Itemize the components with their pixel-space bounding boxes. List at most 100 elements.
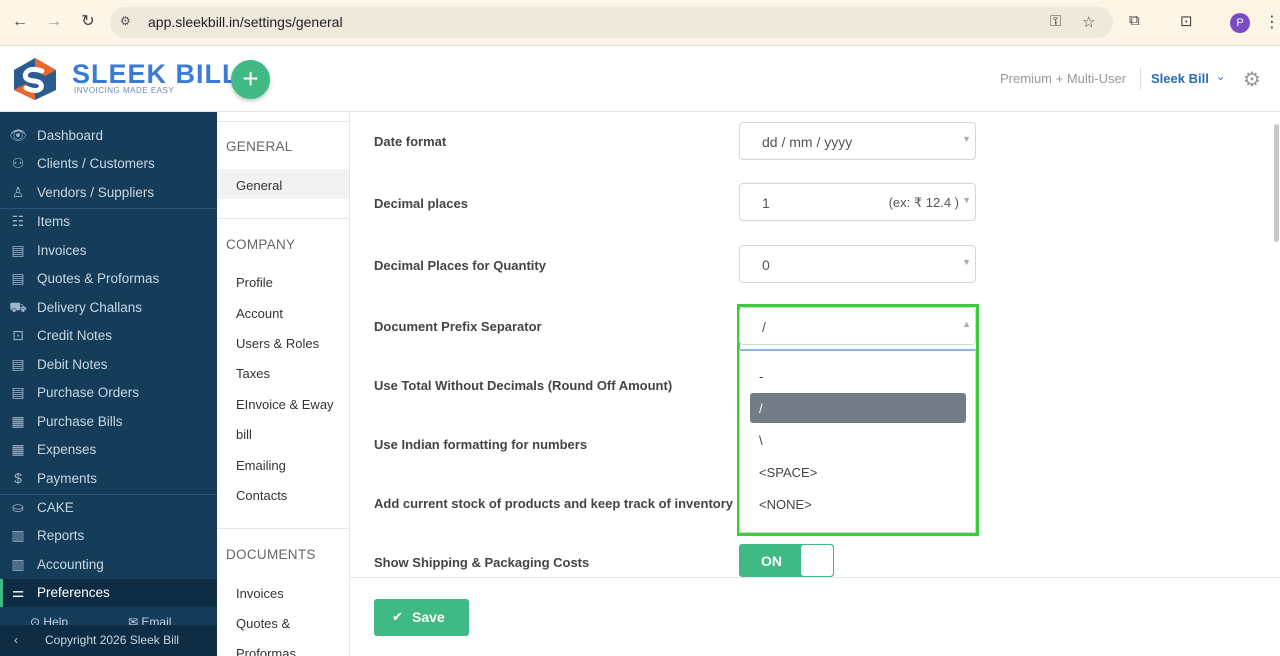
- browser-toolbar: ← → ↻ ⚙ app.sleekbill.in/settings/genera…: [0, 0, 1280, 46]
- indian-format-label: Use Indian formatting for numbers: [374, 437, 588, 452]
- sidebar: 👁 Dashboard ⚇ Clients / Customers ♙ Vendors…: [0, 112, 217, 656]
- submenu-item-general[interactable]: General: [236, 178, 282, 193]
- credit-note-icon: ⊡: [12, 327, 24, 343]
- plan-label: Premium + Multi-User: [1000, 71, 1127, 86]
- submenu-item-invoices[interactable]: Invoices: [236, 586, 284, 601]
- sidebar-item-purchase-bills[interactable]: ▦ Purchase Bills: [0, 408, 217, 436]
- submenu-item-profile[interactable]: Profile: [236, 275, 273, 290]
- sidebar-item-expenses[interactable]: ▦ Expenses: [0, 436, 217, 464]
- browser-menu-icon[interactable]: ⋮: [1264, 12, 1280, 32]
- sidebar-item-clients[interactable]: ⚇ Clients / Customers: [0, 150, 217, 178]
- submenu-item-users-roles[interactable]: Users & Roles: [236, 336, 319, 351]
- collapse-sidebar-icon[interactable]: ‹: [14, 633, 18, 647]
- decimal-qty-value: 0: [762, 257, 770, 273]
- sleek-bill-logo-icon[interactable]: [10, 56, 60, 102]
- sidebar-item-delivery-challans[interactable]: ⛟ Delivery Challans: [0, 294, 217, 322]
- settings-form: Date format dd / mm / yyyy ▼ Decimal pla…: [350, 112, 1280, 577]
- gear-icon[interactable]: ⚙: [1243, 67, 1261, 92]
- sidebar-item-preferences[interactable]: ⚌ Preferences: [0, 579, 217, 607]
- scrollbar-thumb[interactable]: [1274, 124, 1279, 242]
- users-icon: ⚇: [11, 155, 25, 171]
- forward-icon[interactable]: →: [43, 11, 65, 33]
- bookmark-star-icon[interactable]: ☆: [1082, 13, 1095, 31]
- address-bar[interactable]: ⚙ app.sleekbill.in/settings/general ⚿ ☆: [110, 7, 1113, 38]
- sidebar-item-invoices[interactable]: ▤ Invoices: [0, 237, 217, 265]
- sidebar-item-vendors[interactable]: ♙ Vendors / Suppliers: [0, 179, 217, 207]
- submenu-item-taxes[interactable]: Taxes: [236, 366, 270, 381]
- check-icon: ✔: [392, 609, 403, 624]
- quick-add-button[interactable]: +: [231, 60, 270, 99]
- dropdown-option-backslash[interactable]: \: [750, 425, 966, 455]
- dropdown-option-space[interactable]: <SPACE>: [750, 457, 966, 487]
- help-link[interactable]: ⊙ Help: [30, 615, 68, 625]
- submenu-item-proformas[interactable]: Proformas: [236, 646, 296, 656]
- url-text[interactable]: app.sleekbill.in/settings/general: [148, 14, 343, 30]
- decimal-qty-select[interactable]: 0 ▼: [739, 245, 976, 283]
- sidebar-item-payments[interactable]: $ Payments: [0, 465, 217, 493]
- sidebar-item-reports[interactable]: ▥ Reports: [0, 522, 217, 550]
- submenu-item-account[interactable]: Account: [236, 306, 283, 321]
- tab-search-icon[interactable]: ⊡: [1180, 12, 1193, 30]
- prefix-separator-label: Document Prefix Separator: [374, 319, 542, 334]
- accounting-icon: ▥: [11, 556, 25, 572]
- sidebar-item-debit-notes[interactable]: ▤ Debit Notes: [0, 351, 217, 379]
- scrollbar[interactable]: [1272, 112, 1280, 577]
- vendor-icon: ♙: [11, 184, 25, 200]
- toggle-on-text: ON: [761, 553, 782, 569]
- sidebar-item-cake[interactable]: ⛀ CAKE: [0, 494, 217, 522]
- decimal-qty-label: Decimal Places for Quantity: [374, 258, 546, 273]
- purchase-order-icon: ▤: [11, 384, 25, 400]
- basket-icon: ☷: [11, 213, 25, 229]
- sidebar-item-quotes[interactable]: ▤ Quotes & Proformas: [0, 265, 217, 293]
- shipping-costs-label: Show Shipping & Packaging Costs: [374, 555, 590, 570]
- date-format-select[interactable]: dd / mm / yyyy ▼: [739, 122, 976, 160]
- decimal-places-value: 1: [762, 195, 770, 211]
- date-format-label: Date format: [374, 134, 447, 149]
- eye-icon: 👁: [9, 127, 27, 143]
- prefix-separator-select[interactable]: / ▲: [739, 307, 976, 345]
- prefix-separator-value: /: [762, 319, 766, 335]
- profile-avatar[interactable]: P: [1230, 13, 1250, 33]
- section-documents-title: DOCUMENTS: [226, 547, 316, 562]
- save-button[interactable]: ✔ Save: [374, 599, 469, 636]
- reload-icon[interactable]: ↻: [77, 11, 99, 33]
- sidebar-item-purchase-orders[interactable]: ▤ Purchase Orders: [0, 379, 217, 407]
- section-general-title: GENERAL: [226, 139, 293, 154]
- reports-icon: ▥: [11, 527, 25, 543]
- sidebar-item-accounting[interactable]: ▥ Accounting: [0, 551, 217, 579]
- submenu-item-einvoice-bill[interactable]: bill: [236, 427, 252, 442]
- dollar-icon: $: [14, 470, 22, 486]
- submenu-item-einvoice[interactable]: EInvoice & Eway: [236, 397, 334, 412]
- quote-icon: ▤: [11, 270, 25, 286]
- submenu-item-quotes[interactable]: Quotes &: [236, 616, 290, 631]
- decimal-places-hint: (ex: ₹ 12.4 ): [888, 195, 959, 210]
- password-key-icon[interactable]: ⚿: [1050, 13, 1061, 30]
- chevron-down-icon: ▼: [962, 134, 971, 144]
- extensions-icon[interactable]: ⧉: [1129, 12, 1140, 29]
- header-divider: [1140, 68, 1141, 90]
- calculator-icon: ▦: [11, 441, 25, 457]
- copyright-text: Copyright 2026 Sleek Bill: [45, 633, 180, 647]
- site-info-icon[interactable]: ⚙: [120, 14, 131, 28]
- submenu-item-emailing[interactable]: Emailing: [236, 458, 286, 473]
- company-switcher[interactable]: Sleek Bill: [1151, 71, 1209, 86]
- dropdown-option-dash[interactable]: -: [750, 361, 966, 391]
- toggle-knob[interactable]: [801, 545, 833, 576]
- shipping-costs-toggle[interactable]: ON: [739, 544, 834, 577]
- logo-tagline: INVOICING MADE EASY: [74, 86, 175, 95]
- section-company-title: COMPANY: [226, 237, 296, 252]
- submenu-item-contacts[interactable]: Contacts: [236, 488, 287, 503]
- sliders-icon: ⚌: [11, 584, 25, 600]
- sidebar-item-items[interactable]: ☷ Items: [0, 208, 217, 236]
- dropdown-option-slash[interactable]: /: [750, 393, 966, 423]
- sidebar-item-credit-notes[interactable]: ⊡ Credit Notes: [0, 322, 217, 350]
- sidebar-item-dashboard[interactable]: 👁 Dashboard: [0, 122, 217, 150]
- back-icon[interactable]: ←: [9, 11, 31, 33]
- dropdown-option-none[interactable]: <NONE>: [750, 489, 966, 519]
- email-link[interactable]: ✉ Email: [128, 615, 171, 625]
- chevron-down-icon[interactable]: ⌄: [1216, 70, 1225, 83]
- app-header: SLEEK BILL INVOICING MADE EASY + Premium…: [0, 46, 1280, 112]
- chevron-down-icon: ▼: [962, 195, 971, 205]
- chevron-down-icon: ▼: [962, 257, 971, 267]
- decimal-places-select[interactable]: 1 (ex: ₹ 12.4 ) ▼: [739, 183, 976, 221]
